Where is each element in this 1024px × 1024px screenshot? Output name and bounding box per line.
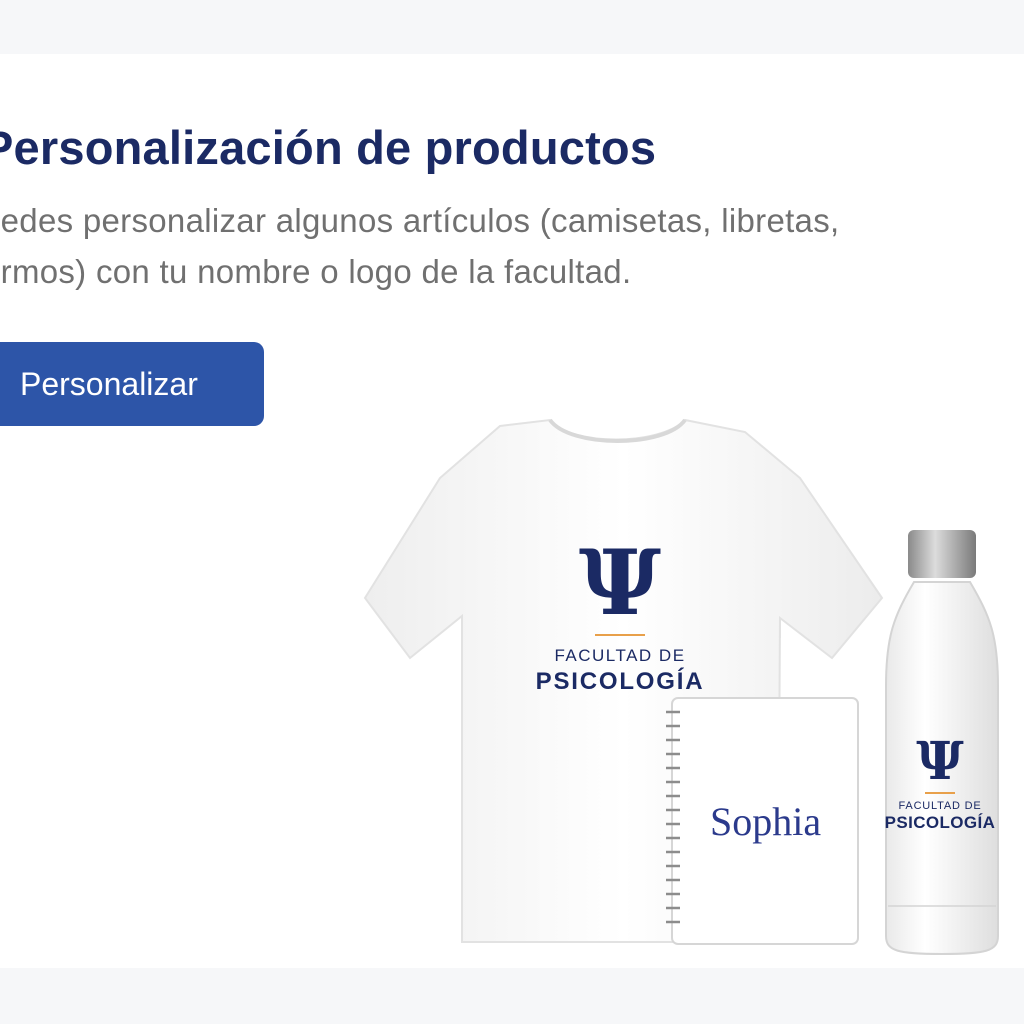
personalize-button[interactable]: Personalizar <box>0 342 264 426</box>
personalization-card: Personalización de productos uedes perso… <box>0 54 1024 968</box>
shirt-logo-line2: PSICOLOGÍA <box>535 668 705 695</box>
bottle-logo: Ψ FACULTAD DE PSICOLOGÍA <box>880 736 1000 833</box>
section-title: Personalización de productos <box>0 121 657 174</box>
bottle-logo-line2: PSICOLOGÍA <box>884 813 996 832</box>
shirt-logo-line1: FACULTAD DE <box>554 646 686 665</box>
psi-logo-icon: Ψ <box>916 731 964 792</box>
bottle-logo-line1: FACULTAD DE <box>898 800 982 812</box>
logo-divider <box>925 792 955 794</box>
notebook-name: Sophia <box>710 799 822 844</box>
psi-logo-icon: Ψ <box>578 530 662 636</box>
section-description: uedes personalizar algunos artículos (ca… <box>0 202 840 290</box>
spiral-binding-icon <box>664 706 684 936</box>
product-mockup: Ψ FACULTAD DE PSICOLOGÍA Sophia Ψ FACULT… <box>360 366 1024 968</box>
shirt-logo: Ψ FACULTAD DE PSICOLOGÍA <box>520 538 720 696</box>
